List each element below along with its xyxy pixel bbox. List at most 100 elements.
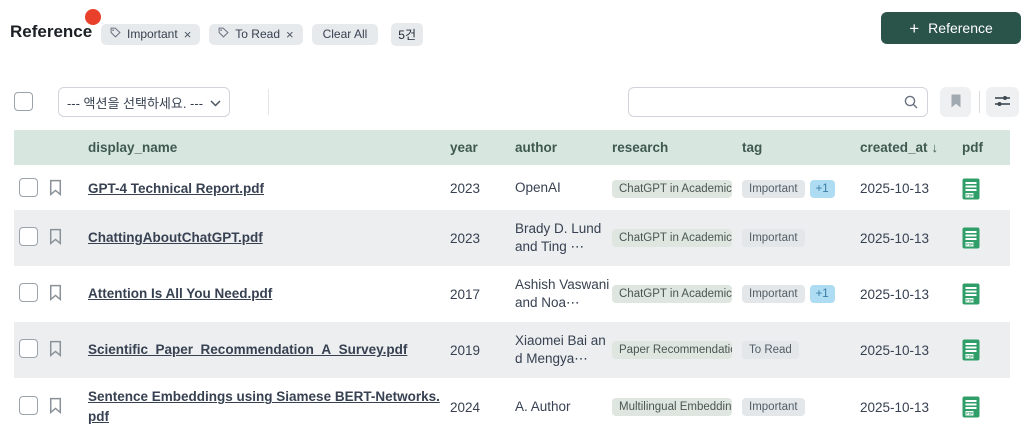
table-row: GPT-4 Technical Report.pdf 2023 OpenAI C… [14,166,1010,210]
pdf-file-button[interactable]: PDF [962,283,980,305]
top-bar: Reference Important × To Read × Clear Al… [0,0,1024,62]
author-cell: Brady D. Lund and Ting ⋯ [515,210,612,266]
row-checkbox[interactable] [19,339,38,358]
research-chip: ChatGPT in Academic [612,180,732,198]
column-header-pdf[interactable]: pdf [962,130,1010,166]
svg-text:PDF: PDF [966,299,974,303]
search-icon[interactable] [903,94,919,115]
research-chip: Paper Recommendation [612,341,732,359]
clear-all-button[interactable]: Clear All [312,24,379,45]
table-row: Scientific_Paper_Recommendation_A_Survey… [14,322,1010,378]
bookmark-icon[interactable] [48,233,63,248]
year-cell: 2023 [450,210,515,266]
year-cell: 2023 [450,166,515,210]
created-at-label: created_at [860,140,928,155]
column-header-display-name[interactable]: display_name [76,130,450,166]
bookmark-icon [949,93,963,112]
created-at-cell: 2025-10-13 [860,322,962,378]
header-bookmark-spacer [48,130,76,166]
pdf-file-button[interactable]: PDF [962,396,980,418]
table-row: ChattingAboutChatGPT.pdf 2023 Brady D. L… [14,210,1010,266]
toolbar-divider [268,89,269,115]
filter-chip-important[interactable]: Important × [101,24,200,45]
svg-text:PDF: PDF [966,243,974,247]
research-chip: Multilingual Embedding [612,398,732,416]
table-header-row: display_name year author research tag cr… [14,130,1010,166]
add-reference-button[interactable]: + Reference [881,12,1021,44]
tag-more-chip[interactable]: +1 [810,285,835,303]
filter-chip-label: To Read [235,27,280,42]
column-header-tag[interactable]: tag [742,130,860,166]
author-cell: A. Author [515,378,612,436]
column-header-author[interactable]: author [515,130,612,166]
search-box [628,87,928,117]
bookmark-icon[interactable] [48,184,63,199]
column-header-research[interactable]: research [612,130,742,166]
row-checkbox[interactable] [19,178,38,197]
row-checkbox[interactable] [19,283,38,302]
table-row: Attention Is All You Need.pdf 2017 Ashis… [14,266,1010,322]
result-count-badge: 5건 [391,23,423,46]
search-input[interactable] [628,87,928,117]
sliders-icon [994,94,1011,111]
tag-icon [110,27,121,42]
column-header-year[interactable]: year [450,130,515,166]
tag-icon [218,27,229,42]
tag-chip: To Read [742,341,799,359]
select-all-checkbox[interactable] [14,92,33,111]
action-select-dropdown[interactable]: --- 액션을 선택하세요. --- [58,87,230,117]
tag-chip: Important [742,398,805,416]
plus-icon: + [909,20,919,37]
bookmark-icon[interactable] [48,289,63,304]
tag-chip: Important [742,285,805,303]
notification-dot [85,9,101,25]
svg-text:PDF: PDF [966,412,974,416]
tag-chip: Important [742,229,805,247]
svg-text:PDF: PDF [966,193,974,197]
document-link[interactable]: ChattingAboutChatGPT.pdf [88,230,263,245]
page-title: Reference [10,22,92,42]
author-cell: Xiaomei Bai and Mengya⋯ [515,322,612,378]
tag-chip: Important [742,180,805,198]
document-link[interactable]: Attention Is All You Need.pdf [88,286,272,301]
document-link[interactable]: Scientific_Paper_Recommendation_A_Survey… [88,342,407,357]
filter-chip-label: Important [127,27,178,42]
remove-filter-icon[interactable]: × [184,27,192,42]
author-cell: Ashish Vaswani and Noa⋯ [515,266,612,322]
action-select-label: --- 액션을 선택하세요. --- [67,93,203,112]
author-cell: OpenAI [515,166,612,210]
saved-searches-button[interactable] [940,87,971,117]
add-reference-label: Reference [928,20,993,36]
created-at-cell: 2025-10-13 [860,378,962,436]
document-link[interactable]: Sentence Embeddings using Siamese BERT-N… [88,389,440,424]
header-checkbox-spacer [14,130,48,166]
pdf-file-button[interactable]: PDF [962,178,980,200]
bookmark-icon[interactable] [48,402,63,417]
remove-filter-icon[interactable]: × [286,27,294,42]
bookmark-icon[interactable] [48,345,63,360]
created-at-cell: 2025-10-13 [860,166,962,210]
table-row: Sentence Embeddings using Siamese BERT-N… [14,378,1010,436]
filter-chip-row: Important × To Read × Clear All 5건 [101,23,423,46]
document-link[interactable]: GPT-4 Technical Report.pdf [88,181,264,196]
research-chip: ChatGPT in Academic [612,285,732,303]
filter-chip-to-read[interactable]: To Read × [209,24,302,45]
tag-more-chip[interactable]: +1 [810,180,835,198]
research-chip: ChatGPT in Academic [612,229,732,247]
created-at-cell: 2025-10-13 [860,266,962,322]
year-cell: 2017 [450,266,515,322]
pdf-file-button[interactable]: PDF [962,339,980,361]
reference-table: display_name year author research tag cr… [14,130,1010,436]
column-header-created-at[interactable]: created_at ↓ [860,130,962,166]
filter-settings-button[interactable] [986,87,1019,117]
pdf-file-button[interactable]: PDF [962,227,980,249]
year-cell: 2019 [450,322,515,378]
year-cell: 2024 [450,378,515,436]
row-checkbox[interactable] [19,227,38,246]
sort-desc-icon[interactable]: ↓ [932,140,939,155]
svg-text:PDF: PDF [966,355,974,359]
chevron-down-icon [210,95,221,110]
table-toolbar: --- 액션을 선택하세요. --- [14,86,1010,118]
row-checkbox[interactable] [19,396,38,415]
created-at-cell: 2025-10-13 [860,210,962,266]
